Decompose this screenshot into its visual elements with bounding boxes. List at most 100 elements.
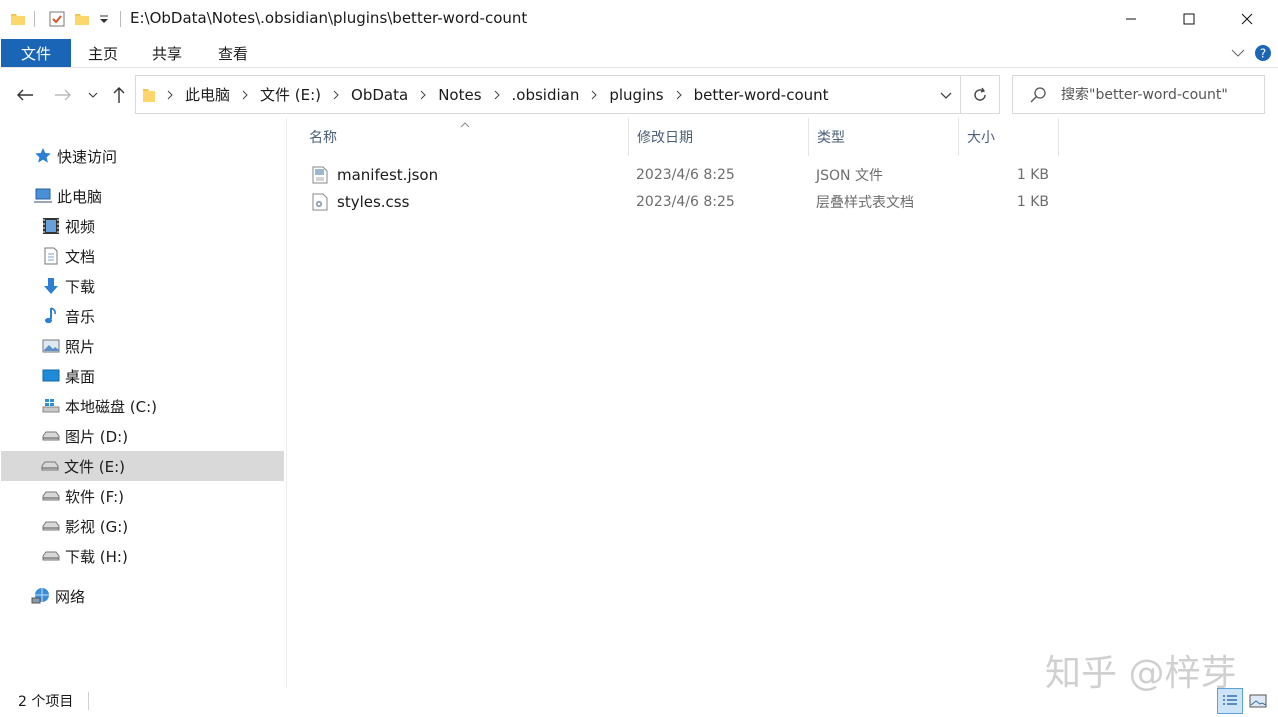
nav-item-label: 图片 (D:) xyxy=(65,427,129,446)
tab-home[interactable]: 主页 xyxy=(88,43,118,64)
title-bar: E:\ObData\Notes\.obsidian\plugins\better… xyxy=(0,0,1278,38)
download-icon xyxy=(41,276,61,296)
address-bar[interactable]: 此电脑 文件 (E:) ObData Notes .obsidian plugi… xyxy=(135,75,961,114)
chevron-right-icon[interactable] xyxy=(235,90,255,100)
column-header-date[interactable]: 修改日期 xyxy=(629,118,809,156)
tab-view[interactable]: 查看 xyxy=(218,43,248,64)
large-icons-view-button[interactable] xyxy=(1245,688,1271,714)
search-box[interactable] xyxy=(1012,75,1265,114)
breadcrumb-item[interactable]: plugins xyxy=(604,86,668,104)
minimize-button[interactable] xyxy=(1102,0,1160,38)
nav-item-label: 下载 xyxy=(65,277,96,296)
nav-item-videos[interactable]: 视频 xyxy=(1,211,284,241)
nav-item-desktop[interactable]: 桌面 xyxy=(1,361,284,391)
computer-icon xyxy=(33,186,53,206)
breadcrumb-item[interactable]: 此电脑 xyxy=(180,84,235,105)
nav-item-drive-g[interactable]: 影视 (G:) xyxy=(1,511,284,541)
refresh-button[interactable] xyxy=(960,75,1000,114)
nav-item-label: 软件 (F:) xyxy=(65,487,124,506)
watermark: 知乎 @梓芽 xyxy=(1045,653,1237,694)
breadcrumb-item[interactable]: Notes xyxy=(433,86,486,104)
table-row[interactable]: styles.css 2023/4/6 8:25 层叠样式表文档 1 KB xyxy=(305,189,1065,215)
maximize-icon xyxy=(1183,13,1195,25)
breadcrumb-item[interactable]: ObData xyxy=(346,86,413,104)
tab-share[interactable]: 共享 xyxy=(152,43,182,64)
chevron-right-icon[interactable] xyxy=(160,90,180,100)
nav-item-drive-h[interactable]: 下载 (H:) xyxy=(1,541,284,571)
nav-item-network[interactable]: 网络 xyxy=(1,581,284,611)
chevron-right-icon[interactable] xyxy=(413,90,433,100)
nav-item-label: 桌面 xyxy=(65,367,96,386)
nav-item-this-pc[interactable]: 此电脑 xyxy=(1,181,284,211)
large-icons-view-icon xyxy=(1249,694,1267,708)
folder-icon xyxy=(142,87,160,103)
chevron-right-icon[interactable] xyxy=(326,90,346,100)
nav-item-downloads[interactable]: 下载 xyxy=(1,271,284,301)
minimize-icon xyxy=(1126,18,1136,20)
window-title: E:\ObData\Notes\.obsidian\plugins\better… xyxy=(130,9,528,27)
properties-icon[interactable] xyxy=(48,9,66,29)
music-icon xyxy=(41,306,61,326)
nav-item-drive-d[interactable]: 图片 (D:) xyxy=(1,421,284,451)
back-button[interactable] xyxy=(13,82,37,108)
star-icon xyxy=(33,146,53,166)
forward-button[interactable] xyxy=(51,82,75,108)
item-count: 2 个项目 xyxy=(18,694,74,710)
nav-item-label: 文件 (E:) xyxy=(64,457,126,476)
desktop-icon xyxy=(41,366,61,386)
tab-file[interactable]: 文件 xyxy=(1,39,71,67)
nav-item-label: 文档 xyxy=(65,247,96,266)
file-size: 1 KB xyxy=(1016,194,1049,210)
breadcrumb-item[interactable]: 文件 (E:) xyxy=(255,84,326,105)
network-icon xyxy=(31,586,51,606)
svg-text:?: ? xyxy=(1260,47,1266,61)
expand-ribbon-button[interactable] xyxy=(1228,44,1248,62)
navigation-pane: 快速访问 此电脑 视频 文档 下载 音乐 照片 桌面 本地磁盘 (C:) 图片 … xyxy=(0,118,286,688)
nav-item-label: 此电脑 xyxy=(57,187,103,206)
column-header-name[interactable]: 名称 xyxy=(301,118,629,156)
nav-item-pictures[interactable]: 照片 xyxy=(1,331,284,361)
breadcrumb-item[interactable]: .obsidian xyxy=(507,86,585,104)
details-view-button[interactable] xyxy=(1217,688,1243,714)
recent-locations-button[interactable] xyxy=(83,82,103,108)
nav-item-drive-f[interactable]: 软件 (F:) xyxy=(1,481,284,511)
chevron-right-icon[interactable] xyxy=(487,90,507,100)
chevron-right-icon[interactable] xyxy=(669,90,689,100)
file-name: styles.css xyxy=(337,193,410,211)
chevron-down-icon xyxy=(940,92,952,99)
close-button[interactable] xyxy=(1218,0,1276,38)
drive-icon xyxy=(41,486,61,506)
nav-item-label: 本地磁盘 (C:) xyxy=(65,397,157,416)
search-input[interactable] xyxy=(1061,76,1261,113)
nav-item-documents[interactable]: 文档 xyxy=(1,241,284,271)
column-header-size[interactable]: 大小 xyxy=(959,118,1059,156)
up-button[interactable] xyxy=(107,82,131,108)
nav-item-music[interactable]: 音乐 xyxy=(1,301,284,331)
chevron-right-icon[interactable] xyxy=(584,90,604,100)
json-file-icon xyxy=(312,162,332,188)
maximize-button[interactable] xyxy=(1160,0,1218,38)
folder-icon xyxy=(10,9,26,29)
new-folder-icon[interactable] xyxy=(74,9,90,29)
customize-toolbar-icon[interactable] xyxy=(98,9,110,29)
nav-item-quick-access[interactable]: 快速访问 xyxy=(1,141,284,171)
breadcrumb-item-current[interactable]: better-word-count xyxy=(689,86,834,104)
help-button[interactable]: ? xyxy=(1253,43,1273,63)
forward-arrow-icon xyxy=(55,89,71,101)
nav-item-label: 视频 xyxy=(65,217,96,236)
nav-item-drive-c[interactable]: 本地磁盘 (C:) xyxy=(1,391,284,421)
nav-item-label: 影视 (G:) xyxy=(65,517,129,536)
file-type: 层叠样式表文档 xyxy=(816,195,914,211)
pane-splitter[interactable] xyxy=(286,118,287,688)
document-icon xyxy=(41,246,61,266)
nav-item-drive-e[interactable]: 文件 (E:) xyxy=(1,451,284,481)
table-row[interactable]: manifest.json 2023/4/6 8:25 JSON 文件 1 KB xyxy=(305,162,1065,188)
file-name: manifest.json xyxy=(337,166,439,184)
file-modified: 2023/4/6 8:25 xyxy=(636,194,735,210)
address-history-button[interactable] xyxy=(936,85,956,105)
column-header-type[interactable]: 类型 xyxy=(809,118,959,156)
help-icon: ? xyxy=(1255,45,1271,61)
windows-drive-icon xyxy=(41,396,61,416)
nav-item-label: 音乐 xyxy=(65,307,96,326)
drive-icon xyxy=(41,546,61,566)
